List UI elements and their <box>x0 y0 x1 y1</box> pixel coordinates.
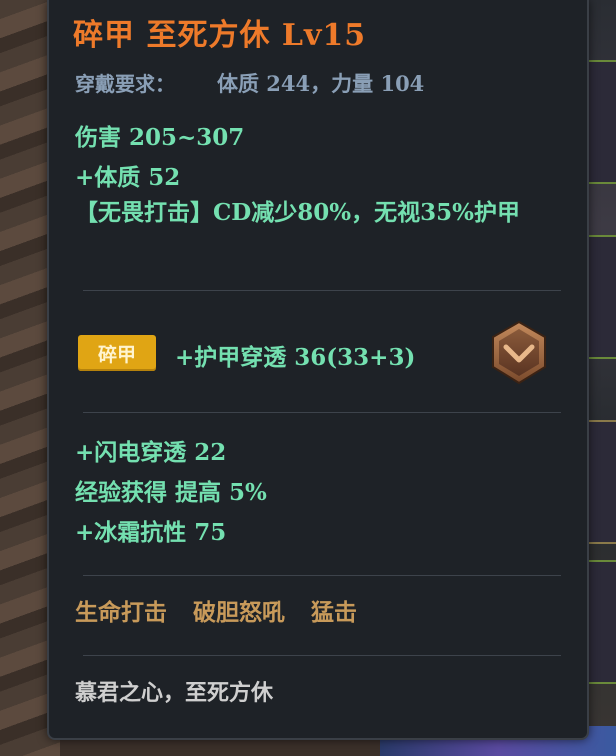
set-badge: 碎甲 <box>78 335 156 371</box>
skill-name: 猛击 <box>311 599 357 626</box>
requirement-value: 体质 244，力量 104 <box>217 71 425 96</box>
divider <box>83 575 561 576</box>
skill-list: 生命打击 破胆怒吼 猛击 <box>75 593 383 627</box>
experience-gain-stat: 经验获得 提高 5% <box>75 479 267 506</box>
skill-name: 生命打击 <box>75 599 167 626</box>
rank-shield-icon <box>489 320 549 386</box>
lightning-penetration-stat: +闪电穿透 22 <box>75 439 227 466</box>
item-tooltip: 碎甲 至死方休 Lv15 穿戴要求： 体质 244，力量 104 伤害 205~… <box>47 0 589 740</box>
skill-name: 破胆怒吼 <box>193 599 285 626</box>
divider <box>83 412 561 413</box>
damage-stat: 伤害 205~307 <box>75 124 245 151</box>
frost-resistance-stat: +冰霜抗性 75 <box>75 519 227 546</box>
item-lore: 慕君之心，至死方休 <box>75 680 274 706</box>
special-affix: 【无畏打击】CD减少80%，无视35%护甲 <box>75 199 520 226</box>
divider <box>83 290 561 291</box>
item-title: 碎甲 至死方休 Lv15 <box>73 18 367 53</box>
armor-penetration-stat: +护甲穿透 36(33+3) <box>175 344 416 371</box>
divider <box>83 655 561 656</box>
requirement-label: 穿戴要求： <box>75 72 175 96</box>
vitality-stat: +体质 52 <box>75 164 181 191</box>
